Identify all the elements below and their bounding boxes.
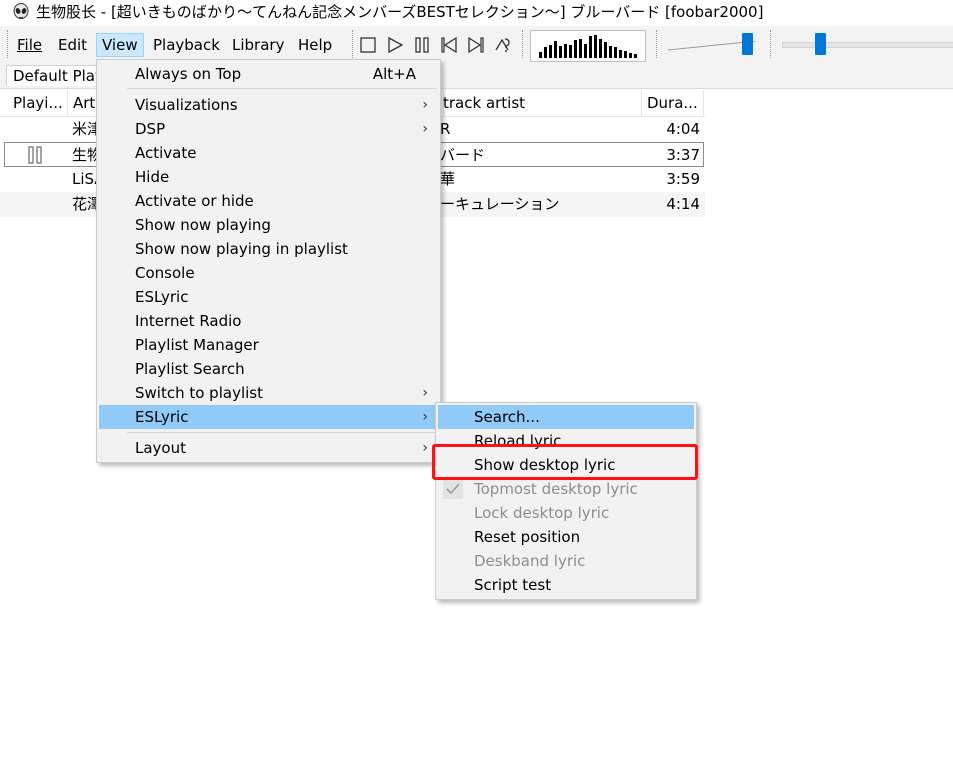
visualizer-bar xyxy=(584,44,587,58)
visualizer-bar xyxy=(589,36,592,58)
menu-item-switch-to-playlist[interactable]: Switch to playlist › xyxy=(99,381,438,405)
window-title: 生物股长 - [超いきものばかり〜てんねん記念メンバーズBESTセレクション〜]… xyxy=(36,3,764,21)
visualizer-bar xyxy=(539,52,542,58)
pause-button[interactable] xyxy=(411,34,433,56)
visualizer-bar xyxy=(549,45,552,58)
menu-item-search[interactable]: Search... xyxy=(438,405,694,429)
chevron-right-icon: › xyxy=(422,97,428,113)
next-icon xyxy=(468,36,484,54)
menu-help[interactable]: Help xyxy=(293,34,337,56)
menu-file[interactable]: File xyxy=(12,34,47,56)
toolbar-grip[interactable] xyxy=(656,30,660,58)
menu-item-layout[interactable]: Layout › xyxy=(99,436,438,460)
menu-view[interactable]: View xyxy=(96,33,144,57)
seek-bar-track[interactable] xyxy=(782,42,953,48)
menu-item-hide[interactable]: Hide xyxy=(99,165,438,189)
random-button[interactable] xyxy=(492,34,514,56)
menu-edit[interactable]: Edit xyxy=(53,34,92,56)
toolbar-grip[interactable] xyxy=(7,30,11,58)
previous-button[interactable] xyxy=(438,34,460,56)
visualizer-bar xyxy=(619,50,622,58)
toolbar-grip[interactable] xyxy=(770,30,774,58)
menu-separator xyxy=(127,88,437,89)
view-menu: Always on Top Alt+A Visualizations › DSP › … xyxy=(96,59,441,463)
column-track-artist[interactable]: track artist xyxy=(437,90,642,116)
menu-item-eslyric[interactable]: ESLyric › xyxy=(99,405,438,429)
pause-icon xyxy=(28,146,42,164)
stop-button[interactable] xyxy=(357,34,379,56)
row-duration: 3:37 xyxy=(666,146,700,164)
chevron-right-icon: › xyxy=(422,409,428,425)
visualizer-bar xyxy=(569,45,572,58)
chevron-right-icon: › xyxy=(422,440,428,456)
play-button[interactable] xyxy=(384,34,406,56)
visualizer-bar xyxy=(544,47,547,58)
visualizer-bar xyxy=(564,44,567,58)
menu-item-script-test[interactable]: Script test xyxy=(438,573,694,597)
menu-item-reset-position[interactable]: Reset position xyxy=(438,525,694,549)
column-playing[interactable]: Playi... xyxy=(7,90,68,116)
stop-icon xyxy=(360,37,376,53)
menu-item-lock-desktop-lyric[interactable]: Lock desktop lyric xyxy=(438,501,694,525)
column-duration[interactable]: Dura... xyxy=(641,90,704,116)
chevron-right-icon: › xyxy=(422,385,428,401)
menu-item-activate[interactable]: Activate xyxy=(99,141,438,165)
random-icon xyxy=(495,38,510,52)
visualizer-bar xyxy=(599,39,602,58)
alien-app-icon xyxy=(13,3,29,19)
visualizer-bar xyxy=(609,46,612,58)
row-title: R xyxy=(440,120,451,138)
row-duration: 3:59 xyxy=(666,170,700,188)
menu-item-playlist-manager[interactable]: Playlist Manager xyxy=(99,333,438,357)
toolbar-grip[interactable] xyxy=(352,30,356,58)
menu-item-show-now-playing-in-playlist[interactable]: Show now playing in playlist xyxy=(99,237,438,261)
menu-item-show-now-playing[interactable]: Show now playing xyxy=(99,213,438,237)
menu-item-console[interactable]: Console xyxy=(99,261,438,285)
menu-item-playlist-search[interactable]: Playlist Search xyxy=(99,357,438,381)
menu-item-activate-or-hide[interactable]: Activate or hide xyxy=(99,189,438,213)
menu-library[interactable]: Library xyxy=(227,34,289,56)
chevron-right-icon: › xyxy=(422,121,428,137)
menu-item-deskband-lyric[interactable]: Deskband lyric xyxy=(438,549,694,573)
menu-separator xyxy=(127,432,437,433)
play-icon xyxy=(388,36,404,54)
spectrum-visualizer[interactable] xyxy=(530,30,646,62)
pause-icon xyxy=(415,37,429,53)
visualizer-bar xyxy=(594,35,597,58)
row-duration: 4:14 xyxy=(666,195,700,213)
visualizer-bar xyxy=(579,39,582,58)
row-title: バード xyxy=(440,146,486,164)
menu-item-topmost-desktop-lyric[interactable]: Topmost desktop lyric xyxy=(438,477,694,501)
visualizer-bar xyxy=(614,47,617,58)
highlight-callout-box xyxy=(432,444,698,480)
seek-bar-thumb[interactable] xyxy=(815,33,826,55)
previous-icon xyxy=(441,36,457,54)
menu-item-always-on-top[interactable]: Always on Top Alt+A xyxy=(99,62,438,86)
title-bar: 生物股长 - [超いきものばかり〜てんねん記念メンバーズBESTセレクション〜]… xyxy=(0,0,953,24)
visualizer-bar xyxy=(624,51,627,58)
volume-slider-thumb[interactable] xyxy=(742,33,753,55)
menu-item-visualizations[interactable]: Visualizations › xyxy=(99,93,438,117)
menu-item-eslyric-panel[interactable]: ESLyric xyxy=(99,285,438,309)
row-title: 華 xyxy=(440,170,456,188)
visualizer-bar xyxy=(634,54,637,58)
row-duration: 4:04 xyxy=(666,120,700,138)
visualizer-bar xyxy=(629,53,632,58)
eslyric-submenu: Search... Reload lyric Show desktop lyri… xyxy=(435,402,697,600)
menu-item-dsp[interactable]: DSP › xyxy=(99,117,438,141)
visualizer-bar xyxy=(574,40,577,58)
menu-playback[interactable]: Playback xyxy=(148,34,225,56)
visualizer-bar xyxy=(604,42,607,58)
toolbar-grip[interactable] xyxy=(522,30,526,58)
next-button[interactable] xyxy=(465,34,487,56)
visualizer-bar xyxy=(559,46,562,58)
checkmark-icon xyxy=(446,483,460,495)
visualizer-bar xyxy=(554,41,557,58)
row-title: ーキュレーション xyxy=(440,195,560,213)
menu-item-internet-radio[interactable]: Internet Radio xyxy=(99,309,438,333)
